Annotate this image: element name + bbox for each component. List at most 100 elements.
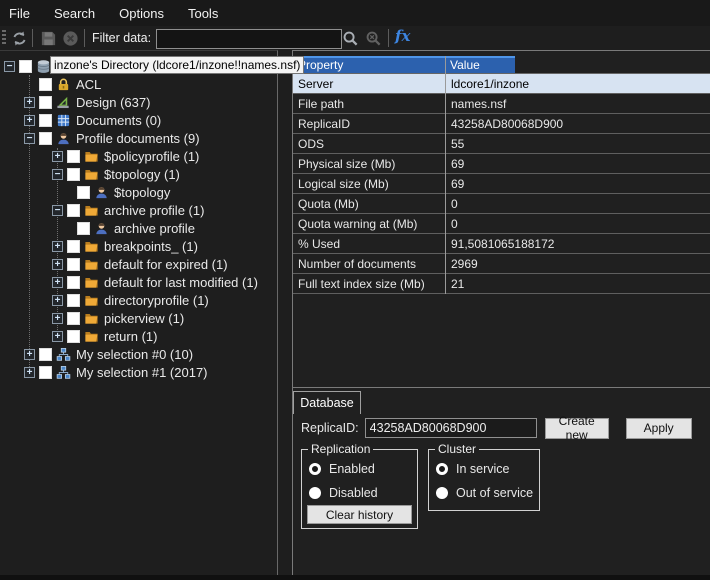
replica-id-input[interactable]	[365, 418, 537, 438]
property-row[interactable]: Full text index size (Mb)21	[293, 274, 710, 294]
property-row[interactable]: ODS55	[293, 134, 710, 154]
checkbox[interactable]	[39, 348, 52, 361]
property-row[interactable]: ReplicaID43258AD80068D900	[293, 114, 710, 134]
property-row[interactable]: Number of documents2969	[293, 254, 710, 274]
tree-item-label[interactable]: $topology	[114, 185, 170, 200]
checkbox[interactable]	[67, 312, 80, 325]
tree-item[interactable]: + breakpoints_ (1)	[0, 237, 276, 255]
tree-item[interactable]: + return (1)	[0, 327, 276, 345]
expand-icon[interactable]: +	[52, 295, 63, 306]
tree-item[interactable]: $topology	[0, 183, 276, 201]
property-row[interactable]: % Used91,5081065188172	[293, 234, 710, 254]
tree-item[interactable]: + My selection #1 (2017)	[0, 363, 276, 381]
tree-item-label[interactable]: My selection #0 (10)	[76, 347, 193, 362]
tree-item[interactable]: + My selection #0 (10)	[0, 345, 276, 363]
tree-item-label[interactable]: default for expired (1)	[104, 257, 228, 272]
tree-item[interactable]: + $policyprofile (1)	[0, 147, 276, 165]
refresh-icon[interactable]	[9, 28, 29, 48]
expand-icon[interactable]: +	[52, 241, 63, 252]
property-row[interactable]: File pathnames.nsf	[293, 94, 710, 114]
menu-tools[interactable]: Tools	[188, 6, 218, 21]
radio-option[interactable]: Out of service	[436, 486, 533, 500]
checkbox[interactable]	[67, 204, 80, 217]
checkbox[interactable]	[67, 168, 80, 181]
checkbox[interactable]	[67, 330, 80, 343]
expand-icon[interactable]: +	[52, 259, 63, 270]
tree-item[interactable]: − archive profile (1)	[0, 201, 276, 219]
column-header-value[interactable]: Value	[450, 58, 480, 72]
property-row[interactable]: Quota (Mb)0	[293, 194, 710, 214]
tree-item[interactable]: + Documents (0)	[0, 111, 276, 129]
tree-item-label[interactable]: My selection #1 (2017)	[76, 365, 208, 380]
tree-item-label[interactable]: archive profile	[114, 221, 195, 236]
tree-item[interactable]: − Profile documents (9)	[0, 129, 276, 147]
collapse-icon[interactable]: −	[52, 169, 63, 180]
save-icon[interactable]	[38, 28, 58, 48]
tree-item[interactable]: + pickerview (1)	[0, 309, 276, 327]
apply-button[interactable]: Apply	[626, 418, 692, 439]
checkbox[interactable]	[39, 366, 52, 379]
create-new-button[interactable]: Create new	[545, 418, 609, 439]
clear-search-icon[interactable]	[363, 28, 383, 48]
tree-item-label[interactable]: directoryprofile (1)	[104, 293, 209, 308]
radio-checked-icon[interactable]	[309, 463, 321, 475]
column-separator[interactable]	[445, 56, 446, 294]
checkbox[interactable]	[19, 60, 32, 73]
checkbox[interactable]	[67, 150, 80, 163]
tree-item-label[interactable]: Profile documents (9)	[76, 131, 200, 146]
tree-item-label[interactable]: archive profile (1)	[104, 203, 204, 218]
tree-item-label[interactable]: $policyprofile (1)	[104, 149, 199, 164]
property-row[interactable]: Logical size (Mb)69	[293, 174, 710, 194]
checkbox[interactable]	[39, 132, 52, 145]
expand-icon[interactable]: +	[24, 115, 35, 126]
checkbox[interactable]	[67, 240, 80, 253]
tree-item-label[interactable]: breakpoints_ (1)	[104, 239, 198, 254]
tree-item[interactable]: + directoryprofile (1)	[0, 291, 276, 309]
checkbox[interactable]	[77, 186, 90, 199]
menu-search[interactable]: Search	[54, 6, 95, 21]
radio-option[interactable]: In service	[436, 462, 510, 476]
expand-icon[interactable]: +	[24, 367, 35, 378]
collapse-icon[interactable]: −	[4, 61, 15, 72]
search-icon[interactable]	[340, 28, 360, 48]
property-row[interactable]: Quota warning at (Mb)0	[293, 214, 710, 234]
tree-item-label[interactable]: Documents (0)	[76, 113, 161, 128]
cancel-icon[interactable]	[60, 28, 80, 48]
tree-item-label[interactable]: return (1)	[104, 329, 157, 344]
checkbox[interactable]	[77, 222, 90, 235]
tree-item-label[interactable]: $topology (1)	[104, 167, 180, 182]
checkbox[interactable]	[67, 294, 80, 307]
collapse-icon[interactable]: −	[24, 133, 35, 144]
expand-icon[interactable]: +	[52, 151, 63, 162]
tree-item-label[interactable]: ACL	[76, 77, 101, 92]
tree-item[interactable]: + Design (637)	[0, 93, 276, 111]
menu-file[interactable]: File	[9, 6, 30, 21]
checkbox[interactable]	[39, 78, 52, 91]
collapse-icon[interactable]: −	[52, 205, 63, 216]
checkbox[interactable]	[67, 258, 80, 271]
radio-unchecked-icon[interactable]	[436, 487, 448, 499]
tree-item[interactable]: archive profile	[0, 219, 276, 237]
column-header-property[interactable]: Property	[298, 58, 343, 72]
radio-unchecked-icon[interactable]	[309, 487, 321, 499]
tree-item-label[interactable]: Design (637)	[76, 95, 150, 110]
tree-item-label[interactable]: pickerview (1)	[104, 311, 184, 326]
expand-icon[interactable]: +	[52, 331, 63, 342]
formula-fx-icon[interactable]: fx	[395, 27, 410, 45]
expand-icon[interactable]: +	[24, 97, 35, 108]
filter-input[interactable]	[156, 29, 342, 49]
expand-icon[interactable]: +	[24, 349, 35, 360]
toolbar-grip[interactable]	[2, 30, 6, 46]
tree-item[interactable]: ACL	[0, 75, 276, 93]
tree-item[interactable]: − $topology (1)	[0, 165, 276, 183]
clear-history-button[interactable]: Clear history	[307, 505, 412, 524]
checkbox[interactable]	[67, 276, 80, 289]
tree-item[interactable]: + default for expired (1)	[0, 255, 276, 273]
radio-option[interactable]: Disabled	[309, 486, 378, 500]
expand-icon[interactable]: +	[52, 277, 63, 288]
checkbox[interactable]	[39, 96, 52, 109]
tree-item-label[interactable]: default for last modified (1)	[104, 275, 258, 290]
checkbox[interactable]	[39, 114, 52, 127]
expand-icon[interactable]: +	[52, 313, 63, 324]
radio-checked-icon[interactable]	[436, 463, 448, 475]
